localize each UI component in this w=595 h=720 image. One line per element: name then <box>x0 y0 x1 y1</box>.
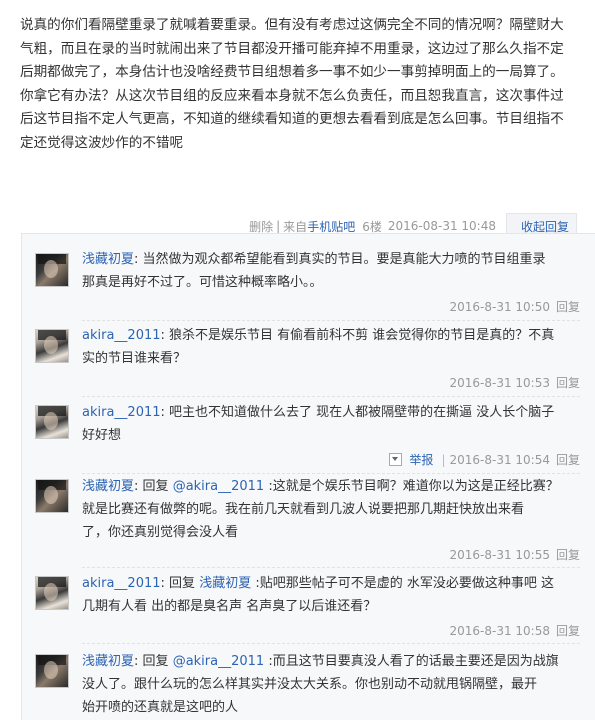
post-content: 说真的你们看隔壁重录了就喊着要重录。但有没有考虑过这俩完全不同的情况啊？隔壁财大… <box>20 14 588 156</box>
reply-line: 狼杀不是娱乐节目 有偷看前科不剪 谁会觉得你的节目是真的？不真 <box>169 328 555 343</box>
reply-list: 浅藏初夏: 当然做为观众都希望能看到真实的节目。要是真能大力喷的节目组重录 那真… <box>21 233 595 720</box>
post-line: 气粗，而且在录的当时就闹出来了节目都没开播可能弃掉不用重录，这边过了那么久指不定 <box>20 40 564 57</box>
divider <box>82 643 580 644</box>
post-line: 后这节目指不定人气更高，不知道的继续看知道的更想去看看到底是怎么回事。节目组指不 <box>20 111 564 128</box>
reply-text: 浅藏初夏: 回复 @akira__2011 :而且这节目要真没人看了的话最主要还… <box>82 650 588 719</box>
delete-link[interactable]: 删除 <box>249 218 273 235</box>
divider <box>82 567 580 568</box>
reply-text: akira__2011: 狼杀不是娱乐节目 有偷看前科不剪 谁会觉得你的节目是真… <box>82 324 588 370</box>
report-link[interactable]: 举报 <box>409 451 433 468</box>
reply-meta: 2016-8-31 10:55 回复 <box>449 546 580 563</box>
avatar[interactable] <box>35 654 69 688</box>
mention-link[interactable]: 浅藏初夏 <box>199 576 251 591</box>
reply-line: 始开喷的还真就是这吧的人 <box>82 700 239 715</box>
reply-line: :贴吧那些帖子可不是虚的 水军没必要做这种事吧 这 <box>255 576 554 591</box>
post-time: 2016-08-31 10:48 <box>387 219 496 233</box>
avatar[interactable] <box>35 405 69 439</box>
reply-meta: 2016-8-31 10:53 回复 <box>449 374 580 391</box>
reply-time: 2016-8-31 10:55 <box>449 547 550 562</box>
avatar[interactable] <box>35 329 69 363</box>
reply-button[interactable]: 回复 <box>556 622 580 639</box>
reply-meta: 举报 | 2016-8-31 10:54 回复 <box>389 451 580 468</box>
reply-time: 2016-8-31 10:50 <box>449 299 550 314</box>
reply-text: 浅藏初夏: 回复 @akira__2011 :这就是个娱乐节目啊？难道你以为这是… <box>82 475 588 544</box>
chevron-down-icon[interactable] <box>389 453 403 466</box>
reply-line: 几期有人看 出的都是臭名声 名声臭了以后谁还看？ <box>82 599 377 614</box>
from-label: 来自 <box>283 219 308 234</box>
reply-line: 了，你还真别觉得会没人看 <box>82 525 239 540</box>
reply-line: 就是比赛还有做弊的呢。我在前几天就看到几波人说要把那几期赶快放出来看 <box>82 502 525 517</box>
post-line: 后期都做完了，本身估计也没啥经费节目组想着多一事不如少一事剪掉明面上的一局算了。 <box>20 64 564 81</box>
reply-keyword: 回复 <box>142 479 169 494</box>
reply-time: 2016-8-31 10:53 <box>449 375 550 390</box>
reply-keyword: 回复 <box>169 576 196 591</box>
reply-line: 那真是再好不过了。可惜这种概率略小。。 <box>82 275 323 290</box>
reply-keyword: 回复 <box>142 654 169 669</box>
avatar[interactable] <box>35 479 69 513</box>
reply-button[interactable]: 回复 <box>556 374 580 391</box>
reply-line: 实的节目谁来看？ <box>82 351 187 366</box>
reply-button[interactable]: 回复 <box>556 546 580 563</box>
username-link[interactable]: akira__2011 <box>82 576 161 591</box>
divider <box>82 473 580 474</box>
post-line: 你拿它有办法？从这次节目组的反应来看本身就不怎么负责任，而且恕我直言，这次事件过 <box>20 87 564 104</box>
divider <box>82 396 580 397</box>
reply-line: 当然做为观众都希望能看到真实的节目。要是真能大力喷的节目组重录 <box>142 252 546 267</box>
reply-line: 吧主也不知道做什么去了 现在人都被隔壁带的在撕逼 没人长个脑子 <box>169 405 555 420</box>
mention-link[interactable]: @akira__2011 <box>173 654 265 669</box>
floor-number: 6楼 <box>362 219 382 234</box>
reply-meta: 2016-8-31 10:50 回复 <box>449 298 580 315</box>
reply-text: akira__2011: 回复 浅藏初夏 :贴吧那些帖子可不是虚的 水军没必要做… <box>82 572 588 618</box>
username-link[interactable]: 浅藏初夏 <box>82 654 134 669</box>
reply-line: 没人了。跟什么玩的怎么样其实并没太大关系。你也别动不动就甩锅隔壁，最开 <box>82 677 538 692</box>
post-line: 定还觉得这波炒作的不错呢 <box>20 134 184 151</box>
reply-text: akira__2011: 吧主也不知道做什么去了 现在人都被隔壁带的在撕逼 没人… <box>82 401 588 447</box>
reply-line: :而且这节目要真没人看了的话最主要还是因为战旗 <box>268 654 559 669</box>
source-link[interactable]: 手机贴吧 <box>307 218 355 235</box>
reply-time: 2016-8-31 10:58 <box>449 623 550 638</box>
reply-meta: 2016-8-31 10:58 回复 <box>449 622 580 639</box>
post-line: 说真的你们看隔壁重录了就喊着要重录。但有没有考虑过这俩完全不同的情况啊？隔壁财大 <box>20 17 564 33</box>
separator: | <box>276 219 281 233</box>
reply-button[interactable]: 回复 <box>556 451 580 468</box>
reply-time: 2016-8-31 10:54 <box>449 452 550 467</box>
reply-line: :这就是个娱乐节目啊？难道你以为这是正经比赛？ <box>268 479 559 494</box>
avatar[interactable] <box>35 576 69 610</box>
reply-line: 好好想 <box>82 428 122 443</box>
username-link[interactable]: akira__2011 <box>82 405 161 420</box>
divider <box>82 320 580 321</box>
reply-text: 浅藏初夏: 当然做为观众都希望能看到真实的节目。要是真能大力喷的节目组重录 那真… <box>82 248 588 294</box>
mention-link[interactable]: @akira__2011 <box>173 479 265 494</box>
username-link[interactable]: 浅藏初夏 <box>82 479 134 494</box>
reply-button[interactable]: 回复 <box>556 298 580 315</box>
avatar[interactable] <box>35 253 69 287</box>
username-link[interactable]: akira__2011 <box>82 328 161 343</box>
username-link[interactable]: 浅藏初夏 <box>82 252 134 267</box>
